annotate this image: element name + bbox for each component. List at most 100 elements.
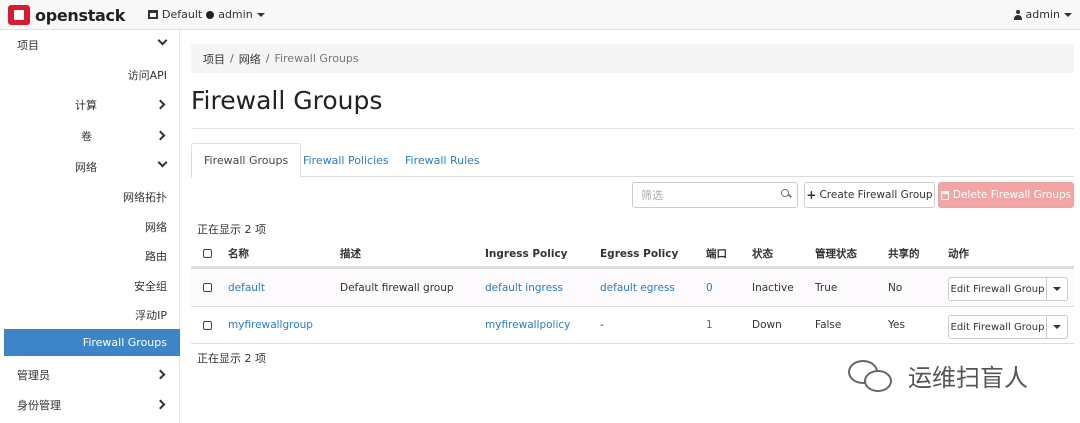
- sidebar-item-volumes[interactable]: 卷: [4, 121, 180, 150]
- caret-down-icon: [256, 12, 265, 17]
- sidebar-item-routers[interactable]: 路由: [4, 241, 180, 270]
- sidebar-item-label: Firewall Groups: [82, 336, 167, 349]
- column-header-actions: 动作: [948, 248, 969, 260]
- sidebar-item-label: 网络: [75, 160, 97, 174]
- sidebar-item-admin[interactable]: 管理员: [4, 360, 180, 389]
- breadcrumb-item-network[interactable]: 网络: [239, 51, 261, 67]
- create-firewall-group-button[interactable]: + Create Firewall Group: [804, 182, 935, 208]
- row-admin-state: False: [815, 319, 842, 331]
- column-header-admin-state[interactable]: 管理状态: [815, 241, 857, 266]
- brand-name: openstack: [35, 5, 126, 25]
- column-header-name[interactable]: 名称: [228, 241, 249, 266]
- delete-firewall-groups-button[interactable]: Delete Firewall Groups: [938, 182, 1074, 208]
- row-actions-dropdown[interactable]: [1047, 315, 1068, 339]
- chevron-right-icon: [155, 99, 166, 110]
- tab-bar: Firewall Groups Firewall Policies Firewa…: [191, 143, 1074, 178]
- sidebar-item-label: 浮动IP: [135, 308, 167, 322]
- top-navbar: openstack Default admin admin: [0, 0, 1080, 30]
- table-row: default Default firewall group default i…: [191, 268, 1074, 306]
- row-status: Inactive: [752, 281, 794, 294]
- sidebar-item-label: 项目: [17, 38, 39, 52]
- edit-firewall-group-button[interactable]: Edit Firewall Group: [948, 315, 1047, 339]
- sidebar-item-label: 卷: [81, 129, 92, 143]
- sidebar-item-project[interactable]: 项目: [4, 30, 180, 59]
- openstack-logo-icon: [8, 5, 30, 25]
- project-label: admin: [218, 8, 253, 21]
- item-count-top: 正在显示 2 项: [197, 223, 266, 236]
- chevron-right-icon: [155, 399, 166, 410]
- sidebar-item-identity[interactable]: 身份管理: [4, 390, 180, 419]
- row-checkbox[interactable]: [203, 283, 212, 292]
- sidebar-item-label: 网络: [145, 220, 167, 234]
- item-count-bottom: 正在显示 2 项: [197, 352, 266, 365]
- row-ports-link[interactable]: 0: [706, 269, 713, 306]
- domain-icon: [148, 10, 158, 19]
- user-icon: [1013, 9, 1023, 20]
- row-checkbox[interactable]: [203, 320, 212, 330]
- domain-label: Default: [162, 8, 203, 21]
- row-shared: No: [888, 281, 903, 294]
- table-header-row: 名称 描述 Ingress Policy Egress Policy 端口 状态…: [191, 241, 1074, 268]
- row-egress-policy: -: [600, 319, 604, 331]
- sidebar-item-label: 网络拓扑: [123, 190, 167, 204]
- sidebar-item-api-access[interactable]: 访问API: [4, 60, 180, 89]
- sidebar-item-network[interactable]: 网络: [4, 152, 180, 181]
- row-shared: Yes: [888, 319, 905, 331]
- row-ingress-policy-link[interactable]: default ingress: [485, 269, 563, 306]
- row-ports-link[interactable]: 1: [706, 307, 713, 343]
- create-button-label: Create Firewall Group: [819, 189, 933, 201]
- breadcrumb-item-project[interactable]: 项目: [203, 51, 225, 67]
- sidebar-item-label: 安全组: [134, 279, 167, 293]
- chevron-down-icon: [157, 157, 168, 168]
- tab-firewall-policies[interactable]: Firewall Policies: [291, 143, 401, 177]
- tab-firewall-rules[interactable]: Firewall Rules: [393, 143, 492, 177]
- edit-firewall-group-button[interactable]: Edit Firewall Group: [948, 277, 1047, 301]
- breadcrumb-separator: /: [265, 52, 270, 65]
- sidebar-item-floating-ips[interactable]: 浮动IP: [4, 300, 180, 329]
- tab-firewall-groups[interactable]: Firewall Groups: [191, 143, 302, 178]
- column-header-egress-policy[interactable]: Egress Policy: [600, 241, 678, 266]
- sidebar-item-label: 访问API: [127, 68, 167, 82]
- breadcrumb-current: Firewall Groups: [274, 52, 359, 65]
- row-name-link[interactable]: myfirewallgroup: [228, 307, 313, 343]
- breadcrumb: 项目 / 网络 / Firewall Groups: [191, 44, 1074, 73]
- table-row: myfirewallgroup myfirewallpolicy - 1 Dow…: [191, 306, 1074, 344]
- wechat-icon: [848, 359, 894, 392]
- column-header-description[interactable]: 描述: [340, 241, 361, 266]
- sidebar-item-label: 管理员: [17, 368, 50, 382]
- caret-down-icon: [1064, 12, 1072, 17]
- column-header-shared[interactable]: 共享的: [888, 241, 920, 266]
- chevron-down-icon: [157, 35, 168, 46]
- search-icon[interactable]: [781, 189, 791, 199]
- select-all-checkbox[interactable]: [203, 249, 212, 258]
- filter-input[interactable]: [641, 183, 776, 207]
- chevron-right-icon: [155, 369, 166, 380]
- brand-logo-link[interactable]: openstack: [8, 4, 125, 26]
- user-menu[interactable]: admin: [1013, 8, 1072, 21]
- sidebar-item-compute[interactable]: 计算: [4, 90, 180, 119]
- project-switcher[interactable]: Default admin: [148, 8, 265, 21]
- wechat-watermark: 运维扫盲人: [848, 358, 1028, 393]
- breadcrumb-separator: /: [230, 52, 234, 65]
- title-divider: [191, 128, 1074, 129]
- delete-button-label: Delete Firewall Groups: [952, 189, 1072, 201]
- project-icon: [206, 10, 215, 19]
- sidebar-item-label: 路由: [145, 249, 167, 263]
- column-header-status[interactable]: 状态: [752, 241, 773, 266]
- sidebar-item-network-topology[interactable]: 网络拓扑: [4, 182, 180, 211]
- row-name-link[interactable]: default: [228, 269, 265, 306]
- column-header-ports[interactable]: 端口: [706, 241, 727, 266]
- row-actions-dropdown[interactable]: [1047, 277, 1068, 301]
- row-action-group: Edit Firewall Group: [948, 315, 1068, 339]
- row-egress-policy-link[interactable]: default egress: [600, 269, 675, 306]
- row-status: Down: [752, 319, 782, 331]
- row-admin-state: True: [815, 281, 838, 294]
- sidebar-item-security-groups[interactable]: 安全组: [4, 271, 180, 300]
- sidebar-item-networks[interactable]: 网络: [4, 212, 180, 241]
- sidebar-item-label: 计算: [75, 98, 97, 112]
- row-description: Default firewall group: [340, 281, 454, 294]
- sidebar-item-firewall-groups[interactable]: Firewall Groups: [4, 329, 180, 356]
- row-ingress-policy-link[interactable]: myfirewallpolicy: [485, 307, 570, 343]
- column-header-ingress-policy[interactable]: Ingress Policy: [485, 241, 568, 266]
- trash-icon: [940, 190, 949, 200]
